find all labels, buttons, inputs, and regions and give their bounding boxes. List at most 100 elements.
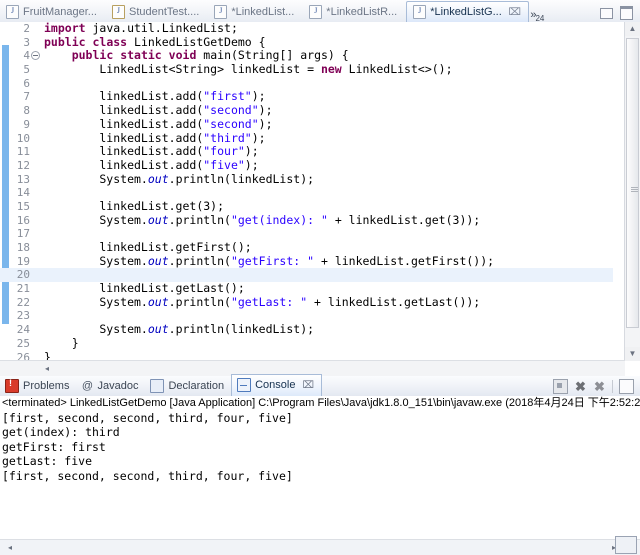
line-number: 13 [16, 172, 30, 186]
eclipse-ide-window: J FruitManager... J StudentTest.... J *L… [0, 0, 640, 555]
code-text: linkedList.add("first"); [44, 89, 266, 104]
code-text: linkedList.add("five"); [44, 157, 259, 172]
maximize-icon[interactable] [620, 6, 633, 20]
code-line[interactable]: 9 linkedList.add("second"); [0, 117, 613, 132]
panel-tab-label: Javadoc [97, 379, 139, 392]
code-text: linkedList.add("second"); [44, 103, 273, 118]
code-line[interactable]: 24 System.out.println(linkedList); [0, 322, 613, 337]
line-number: 5 [23, 63, 30, 77]
scroll-down-icon[interactable]: ▼ [625, 347, 640, 361]
code-line[interactable]: 11 linkedList.add("four"); [0, 144, 613, 159]
code-line[interactable]: 19 System.out.println("getFirst: " + lin… [0, 253, 613, 269]
scroll-left-icon[interactable]: ◂ [8, 540, 12, 555]
scrollbar-thumb[interactable] [626, 38, 639, 328]
line-number: 18 [16, 241, 30, 254]
editor-tab-3[interactable]: J *LinkedListR... [303, 2, 406, 22]
terminate-icon[interactable] [553, 379, 568, 394]
code-text: System.out.println(linkedList); [44, 171, 315, 186]
editor-tab-4-active[interactable]: J *LinkedListG... ⌧ [406, 1, 530, 22]
tab-declaration[interactable]: Declaration [145, 376, 231, 396]
java-file-icon: J [413, 5, 427, 19]
code-line[interactable]: 20 [0, 268, 613, 283]
editor-tab-label: StudentTest.... [128, 6, 200, 18]
code-text: } [44, 335, 79, 350]
tab-javadoc[interactable]: @ Javadoc [76, 376, 145, 396]
code-text: public static void main(String[] args) { [71, 48, 349, 63]
line-number: 20 [16, 268, 30, 282]
code-line[interactable]: 13 System.out.println(linkedList); [0, 171, 613, 187]
remove-launch-icon[interactable]: ✖ [574, 380, 587, 393]
code-line[interactable]: 5 LinkedList<String> linkedList = new Li… [0, 62, 613, 77]
code-line[interactable]: 18 linkedList.getFirst(); [0, 240, 613, 255]
declaration-icon [150, 378, 165, 393]
scroll-up-icon[interactable]: ▲ [625, 22, 640, 36]
console-horizontal-scrollbar[interactable]: ◂ ▸ [0, 539, 640, 555]
line-number: 17 [16, 227, 30, 241]
javadoc-icon: @ [81, 379, 94, 392]
code-text-area[interactable]: 2 import java.util.LinkedList; 3 public cla… [0, 22, 613, 376]
code-line[interactable]: 16 System.out.println("get(index): " + l… [0, 212, 613, 228]
line-number: 8 [23, 104, 30, 118]
code-line[interactable]: 14 [0, 186, 613, 200]
code-line[interactable]: 22 System.out.println("getLast: " + link… [0, 295, 613, 310]
console-output-line: get(index): third [2, 425, 120, 440]
resize-corner-icon[interactable] [615, 536, 637, 554]
code-text: LinkedList<String> linkedList = new Link… [44, 62, 453, 77]
editor-tab-label: *LinkedListR... [326, 6, 398, 18]
line-number: 23 [16, 309, 30, 323]
code-line[interactable]: 7 linkedList.add("first"); [0, 90, 613, 104]
line-number: 24 [16, 323, 30, 337]
close-icon[interactable]: ⌧ [508, 7, 521, 18]
console-output-line: [first, second, second, third, four, fiv… [2, 468, 293, 483]
java-file-icon: J [6, 5, 19, 19]
code-line[interactable]: 23 [0, 309, 613, 323]
code-line[interactable]: 17 [0, 227, 613, 241]
remove-all-terminated-icon[interactable]: ✖ [593, 380, 606, 393]
code-line[interactable]: 4 public static void main(String[] args)… [0, 49, 613, 63]
line-number: 7 [23, 90, 30, 104]
editor-tab-label: FruitManager... [23, 6, 97, 18]
code-text: linkedList.getLast(); [44, 281, 245, 296]
editor-tab-0[interactable]: J FruitManager... [0, 2, 106, 22]
editor-tab-label: *LinkedListG... [430, 6, 502, 18]
bottom-panel: Problems @ Javadoc Declaration Console ⌧… [0, 374, 640, 555]
code-text: System.out.println("getFirst: " + linked… [44, 253, 495, 268]
code-editor[interactable]: 2 import java.util.LinkedList; 3 public cla… [0, 22, 640, 376]
open-console-icon[interactable] [619, 379, 634, 394]
code-text: System.out.println("get(index): " + link… [44, 212, 481, 227]
panel-tab-label: Console [255, 379, 296, 391]
code-line[interactable]: 8 linkedList.add("second"); [0, 103, 613, 118]
code-line[interactable]: 21 linkedList.getLast(); [0, 281, 613, 296]
tab-overflow-chevron-icon[interactable]: »24 [529, 9, 546, 23]
console-toolbar: ✖ ✖ [553, 379, 640, 396]
tab-problems[interactable]: Problems [0, 376, 76, 396]
code-line[interactable]: 25 } [0, 335, 613, 351]
problems-icon [5, 378, 19, 393]
line-number: 25 [16, 336, 30, 350]
console-output-line: [first, second, second, third, four, fiv… [2, 410, 293, 425]
scroll-left-icon[interactable]: ◂ [40, 361, 54, 376]
line-number: 21 [16, 282, 30, 296]
java-file-warning-icon: J [111, 5, 125, 19]
close-icon[interactable]: ⌧ [302, 380, 314, 391]
line-number: 2 [23, 22, 30, 35]
code-text: linkedList.add("third"); [44, 130, 266, 145]
toolbar-separator [612, 380, 613, 393]
editor-vertical-scrollbar[interactable]: ▲ ▼ [624, 22, 640, 361]
code-line[interactable]: 6 [0, 77, 613, 91]
console-output-line: getLast: five [2, 454, 93, 469]
fold-collapse-icon[interactable] [31, 51, 40, 61]
code-line[interactable]: 3 public class LinkedListGetDemo { [0, 35, 613, 50]
tab-console[interactable]: Console ⌧ [231, 374, 322, 396]
line-number: 19 [16, 254, 30, 268]
java-file-icon: J [309, 5, 323, 19]
editor-tab-2[interactable]: J *LinkedList... [208, 2, 303, 22]
editor-tab-1[interactable]: J StudentTest.... [106, 2, 208, 22]
line-number: 22 [16, 295, 30, 309]
code-line[interactable]: 15 linkedList.get(3); [0, 199, 613, 214]
code-line[interactable]: 10 linkedList.add("third"); [0, 130, 613, 146]
code-line[interactable]: 12 linkedList.add("five"); [0, 157, 613, 173]
code-line[interactable]: 2 import java.util.LinkedList; [0, 22, 613, 36]
console-output[interactable]: <terminated> LinkedListGetDemo [Java App… [0, 396, 640, 555]
minimize-icon[interactable] [600, 7, 613, 19]
